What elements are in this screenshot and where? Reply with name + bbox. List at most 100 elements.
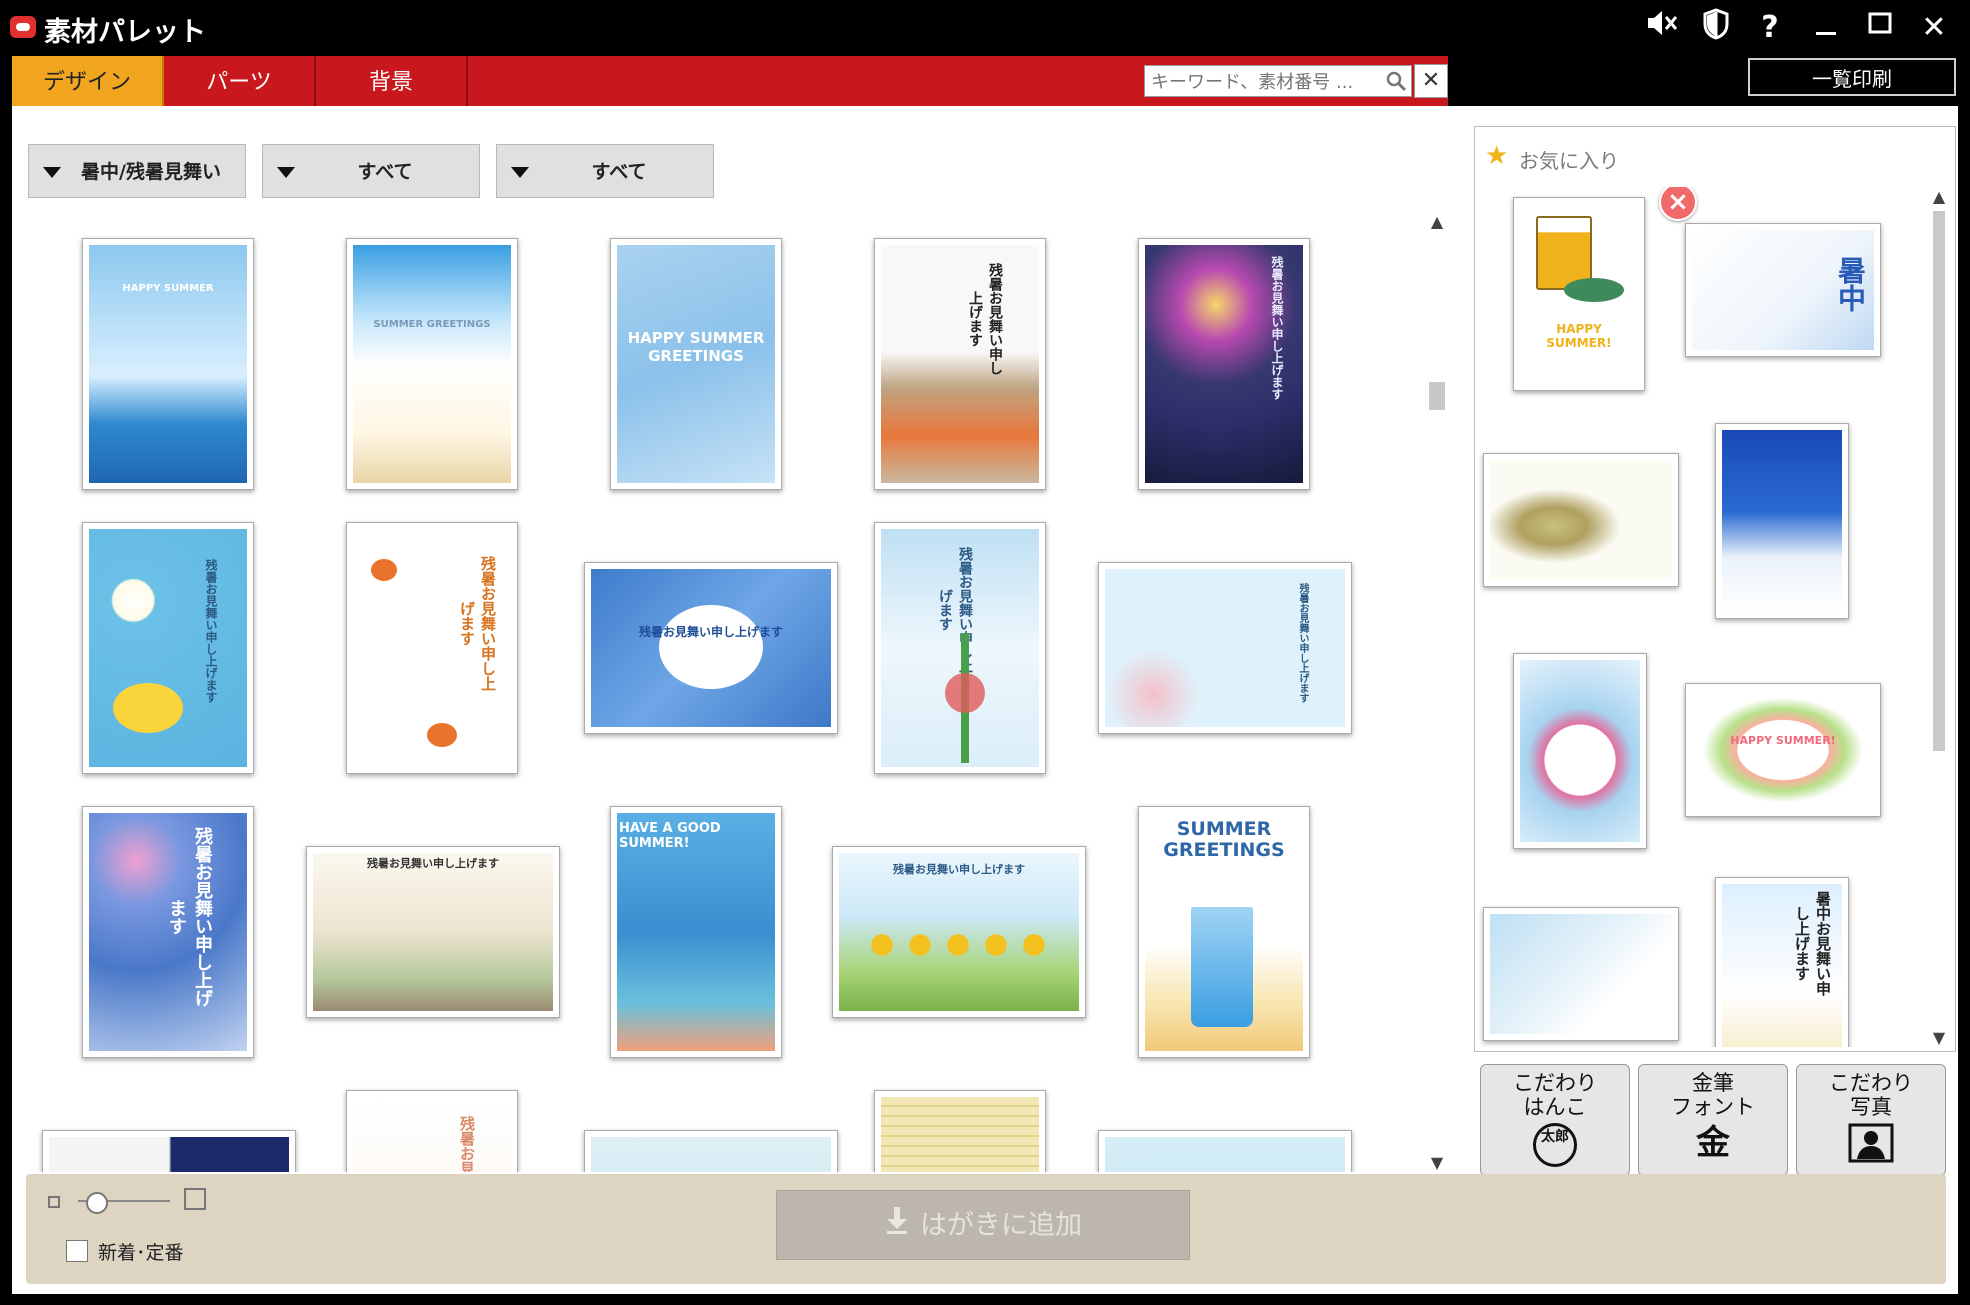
scroll-thumb[interactable]	[1429, 382, 1445, 410]
grid-scrollbar[interactable]: ▲ ▼	[1426, 212, 1448, 1172]
stamp-icon: 太郎	[1533, 1123, 1577, 1167]
favorite-item[interactable]	[1513, 653, 1647, 849]
category-dropdown[interactable]: 暑中/残暑見舞い	[28, 144, 246, 198]
design-card[interactable]: 残暑お見舞い申し上げます	[82, 806, 254, 1058]
feature-line2: はんこ	[1523, 1095, 1587, 1119]
card-caption: 残暑お見舞い申し上げます	[967, 263, 1003, 375]
add-to-postcard-button[interactable]: はがきに追加	[776, 1190, 1190, 1260]
design-card[interactable]: SUMMER GREETINGS	[346, 238, 518, 490]
maximize-icon[interactable]	[1858, 8, 1902, 48]
design-card[interactable]: 残暑お見舞い申し上げます	[584, 562, 838, 734]
custom-stamp-button[interactable]: こだわり はんこ 太郎	[1480, 1064, 1630, 1176]
app-logo-icon	[10, 16, 36, 38]
tab-design[interactable]: デザイン	[12, 56, 164, 106]
design-card[interactable]: SUMMER GREETINGS	[1138, 806, 1310, 1058]
flower-graphic	[113, 683, 183, 733]
sunflower-row-graphic	[863, 927, 1053, 963]
help-icon[interactable]: ?	[1748, 8, 1792, 48]
favorite-item[interactable]	[1483, 453, 1679, 587]
favorite-item[interactable]: 暑中お見舞い申し上げます	[1715, 877, 1849, 1047]
mute-icon[interactable]	[1640, 8, 1684, 48]
favorite-item[interactable]	[1483, 907, 1679, 1041]
design-card[interactable]	[874, 1090, 1046, 1172]
favorite-caption: HAPPY SUMMER!	[1730, 734, 1836, 747]
card-caption: 残暑お見舞い申し上げます	[458, 555, 497, 691]
card-caption: 残暑お見舞い申し上げます	[638, 625, 783, 639]
design-card[interactable]: 残暑お見舞い申し上げます	[1138, 238, 1310, 490]
zoom-slider-handle[interactable]	[86, 1192, 109, 1214]
new-standard-label: 新着･定番	[98, 1242, 184, 1264]
scroll-down-icon[interactable]: ▼	[1929, 1028, 1949, 1047]
card-thumbnail	[313, 853, 553, 1011]
favorite-caption: 暑中	[1834, 256, 1867, 312]
card-thumbnail	[591, 1137, 831, 1172]
card-caption: 残暑お見舞い申し上げます	[937, 547, 973, 673]
print-list-button[interactable]: 一覧印刷	[1748, 58, 1956, 96]
design-card[interactable]: 残暑お見舞い	[346, 1090, 518, 1172]
design-card[interactable]: 残暑お見舞い申し上げます	[82, 522, 254, 774]
card-caption: HAPPY SUMMER GREETINGS	[627, 329, 765, 365]
orientation-dropdown[interactable]: すべて	[496, 144, 714, 198]
gold-font-button[interactable]: 金筆 フォント 金	[1638, 1064, 1788, 1176]
design-card[interactable]: 残暑お見舞い申し上げます	[874, 238, 1046, 490]
search-input[interactable]	[1149, 68, 1377, 96]
card-caption: 残暑お見舞い申し上げます	[367, 857, 499, 870]
favorite-item[interactable]	[1715, 423, 1849, 619]
main-panel: 暑中/残暑見舞い すべて すべて HAPPY SUMMER SUMMER GRE…	[12, 106, 1958, 1294]
favorite-caption: 暑中お見舞い申し上げます	[1793, 890, 1832, 996]
favorite-item[interactable]: HAPPY SUMMER!	[1685, 683, 1881, 817]
feature-line1: こだわり	[1829, 1071, 1913, 1095]
design-card[interactable]: HAVE A GOOD SUMMER!	[610, 806, 782, 1058]
minimize-icon[interactable]	[1804, 8, 1848, 48]
edamame-graphic	[1564, 278, 1624, 302]
search-box	[1144, 65, 1412, 97]
subcategory-dropdown-label: すべて	[357, 161, 413, 183]
design-grid: HAPPY SUMMER SUMMER GREETINGS HAPPY SUMM…	[22, 210, 1422, 1172]
remove-favorite-icon[interactable]: ×	[1659, 187, 1697, 221]
favorite-caption: HAPPY SUMMER!	[1546, 322, 1612, 350]
scroll-thumb[interactable]	[1933, 211, 1945, 751]
custom-photo-button[interactable]: こだわり 写真	[1796, 1064, 1946, 1176]
card-caption: HAPPY SUMMER	[122, 283, 214, 294]
tab-background[interactable]: 背景	[316, 56, 468, 106]
tab-parts[interactable]: パーツ	[164, 56, 316, 106]
favorites-scrollbar[interactable]: ▲ ▼	[1929, 187, 1949, 1047]
design-card[interactable]: 残暑お見舞い申し上げます	[874, 522, 1046, 774]
card-thumbnail	[353, 245, 511, 483]
subcategory-dropdown[interactable]: すべて	[262, 144, 480, 198]
close-icon[interactable]: ✕	[1912, 8, 1956, 48]
zoom-out-icon[interactable]	[48, 1196, 60, 1208]
photo-icon	[1797, 1123, 1945, 1168]
design-card[interactable]: 残暑お見舞い申し上げます	[346, 522, 518, 774]
design-card[interactable]	[584, 1130, 838, 1172]
design-card[interactable]: HAPPY SUMMER GREETINGS	[610, 238, 782, 490]
center-circle	[659, 605, 763, 689]
favorite-thumbnail	[1692, 690, 1874, 810]
favorite-item[interactable]: 暑中	[1685, 223, 1881, 357]
dropdown-arrow-icon	[277, 167, 295, 178]
feature-line1: 金筆	[1692, 1071, 1734, 1095]
search-clear-button[interactable]: ✕	[1414, 64, 1448, 98]
glass-graphic	[1191, 907, 1253, 1027]
design-card[interactable]: 残暑お見舞い申し上げます	[1098, 562, 1352, 734]
card-thumbnail	[49, 1137, 289, 1172]
design-card[interactable]: HAPPY SUMMER	[82, 238, 254, 490]
tab-bar: デザイン パーツ 背景 ✕	[12, 56, 1448, 106]
design-card[interactable]	[42, 1130, 296, 1172]
scroll-down-icon[interactable]: ▼	[1428, 1153, 1446, 1172]
card-thumbnail	[881, 1097, 1039, 1172]
card-caption: 残暑お見舞い申し上げます	[893, 863, 1025, 876]
zoom-in-icon[interactable]	[184, 1188, 206, 1210]
favorite-thumbnail	[1722, 430, 1842, 612]
new-standard-checkbox[interactable]	[66, 1240, 88, 1262]
scroll-up-icon[interactable]: ▲	[1929, 187, 1949, 206]
card-caption: 残暑お見舞い申し上げます	[204, 559, 218, 703]
design-card[interactable]	[1098, 1130, 1352, 1172]
design-card[interactable]: 残暑お見舞い申し上げます	[832, 846, 1086, 1018]
shield-icon[interactable]	[1694, 8, 1738, 48]
scroll-up-icon[interactable]: ▲	[1428, 212, 1446, 231]
favorites-panel: ★ お気に入り HAPPY SUMMER! × 暑中 HAPPY SUMMER!…	[1474, 126, 1956, 1052]
design-card[interactable]: 残暑お見舞い申し上げます	[306, 846, 560, 1018]
favorite-item[interactable]: HAPPY SUMMER!	[1513, 197, 1645, 391]
search-icon[interactable]	[1385, 70, 1407, 92]
